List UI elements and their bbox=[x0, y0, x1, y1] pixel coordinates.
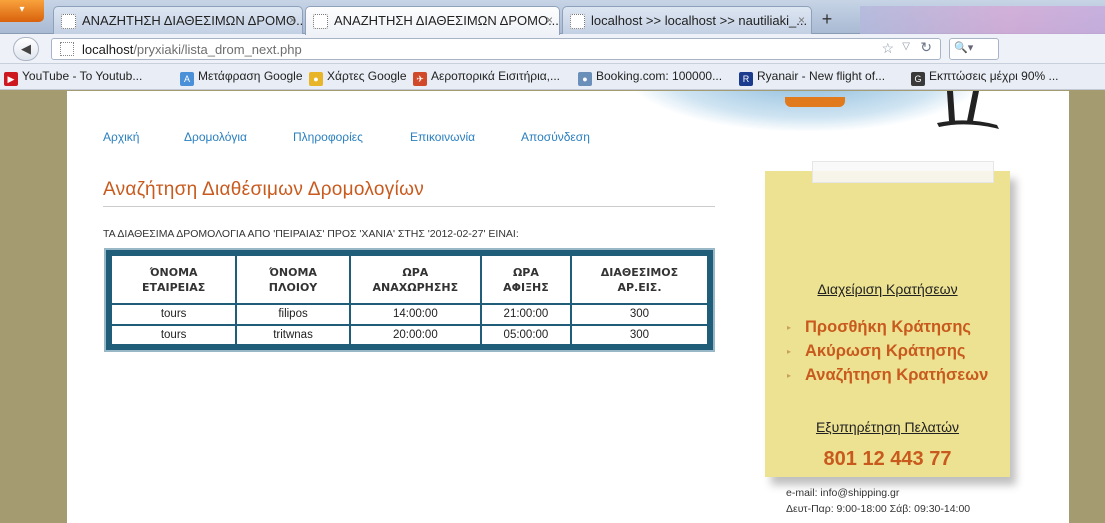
col-departure: ΩΡΑ ΑΝΑΧΩΡΗΣΗΣ bbox=[350, 256, 480, 304]
customer-service-heading: Εξυπηρέτηση Πελατών bbox=[815, 419, 960, 435]
cell-ship: filipos bbox=[237, 305, 349, 324]
nav-info[interactable]: Πληροφορίες bbox=[293, 130, 363, 144]
nav-home[interactable]: Αρχική bbox=[103, 130, 139, 144]
contact-email: e-mail: info@shipping.gr bbox=[786, 487, 900, 499]
col-company: ΌΝΟΜΑ ΕΤΑΙΡΕΙΑΣ bbox=[112, 256, 236, 304]
col-arrival: ΩΡΑ ΑΦΙΞΗΣ bbox=[481, 256, 570, 304]
bookmark-star-icon[interactable]: ☆ bbox=[881, 40, 894, 57]
bookmark-translate[interactable]: A Μετάφραση Google bbox=[180, 69, 303, 86]
search-box[interactable]: 🔍▾ bbox=[949, 38, 999, 60]
close-icon[interactable]: × bbox=[546, 13, 553, 27]
bookings-heading[interactable]: Διαχείριση Κρατήσεων bbox=[765, 281, 1010, 297]
bullet-icon: ▸ bbox=[787, 371, 792, 380]
phone-number: 801 12 443 77 bbox=[823, 448, 952, 470]
tape-decoration bbox=[812, 161, 994, 183]
search-engine-icon[interactable]: 🔍▾ bbox=[954, 42, 973, 54]
tab-title: ΑΝΑΖΗΤΗΣΗ ΔΙΑΘΕΣΙΜΩΝ ΔΡΟΜΟ... bbox=[82, 13, 303, 28]
tab-bar: ▾ ΑΝΑΖΗΤΗΣΗ ΔΙΑΘΕΣΙΜΩΝ ΔΡΟΜΟ... × ΑΝΑΖΗΤ… bbox=[0, 0, 1105, 35]
translate-icon: A bbox=[180, 72, 194, 86]
close-icon[interactable]: × bbox=[289, 13, 296, 27]
routes-table-frame: ΌΝΟΜΑ ΕΤΑΙΡΕΙΑΣ ΌΝΟΜΑ ΠΛΟΙΟΥ ΩΡΑ ΑΝΑΧΩΡΗΣΗΣ… bbox=[104, 248, 715, 352]
site-identity-icon[interactable] bbox=[60, 42, 74, 56]
url-bar[interactable]: localhost/pryxiaki/lista_drom_next.php ☆… bbox=[51, 38, 941, 60]
cell-company: tours bbox=[112, 325, 236, 344]
back-button[interactable]: ◀ bbox=[13, 37, 39, 61]
cell-seats: 300 bbox=[571, 325, 707, 344]
bookmark-airline[interactable]: ✈ Αεροπορικά Εισιτήρια,... bbox=[413, 69, 560, 86]
reload-icon[interactable]: ↻ bbox=[920, 39, 932, 56]
page-icon bbox=[313, 14, 328, 29]
col-ship: ΌΝΟΜΑ ΠΛΟΙΟΥ bbox=[237, 256, 349, 304]
table-row: tours filipos 14:00:00 21:00:00 300 bbox=[112, 305, 707, 324]
bookmark-booking[interactable]: ● Booking.com: 100000... bbox=[578, 69, 722, 86]
web-page: Αρχική Δρομολόγια Πληροφορίες Επικοινωνί… bbox=[67, 91, 1069, 523]
tab-3[interactable]: localhost >> localhost >> nautiliaki_...… bbox=[562, 6, 812, 34]
bullet-icon: ▸ bbox=[787, 347, 792, 356]
opening-hours: Δευτ-Παρ: 9:00-18:00 Σάβ: 09:30-14:00 bbox=[786, 503, 971, 515]
page-title: Αναζήτηση Διαθέσιμων Δρομολογίων bbox=[103, 179, 425, 200]
bullet-icon: ▸ bbox=[787, 323, 792, 332]
maps-icon: ● bbox=[309, 72, 323, 86]
airline-icon: ✈ bbox=[413, 72, 427, 86]
cell-departure: 20:00:00 bbox=[350, 325, 480, 344]
bookmark-label: Αεροπορικά Εισιτήρια,... bbox=[431, 69, 561, 83]
bookmark-youtube[interactable]: ▶ YouTube - To Youtub... bbox=[4, 69, 142, 86]
page-icon bbox=[570, 14, 585, 29]
new-tab-button[interactable]: + bbox=[815, 8, 839, 32]
col-seats: ΔΙΑΘΕΣΙΜΟΣ ΑΡ.ΕΙΣ. bbox=[571, 256, 707, 304]
table-row: tours tritwnas 20:00:00 05:00:00 300 bbox=[112, 325, 707, 344]
bookmark-label: Booking.com: 100000... bbox=[596, 69, 723, 83]
bookmark-label: Ryanair - New flight of... bbox=[757, 69, 886, 83]
nav-routes[interactable]: Δρομολόγια bbox=[184, 130, 247, 144]
cell-departure: 14:00:00 bbox=[350, 305, 480, 324]
bookmarks-toolbar: ▶ YouTube - To Youtub... A Μετάφραση Googl… bbox=[0, 64, 1105, 90]
youtube-icon: ▶ bbox=[4, 72, 18, 86]
title-divider bbox=[103, 206, 715, 207]
tab-title: localhost >> localhost >> nautiliaki_... bbox=[591, 13, 808, 28]
cell-arrival: 05:00:00 bbox=[481, 325, 570, 344]
back-arrow-icon: ◀ bbox=[21, 41, 31, 56]
close-icon[interactable]: × bbox=[798, 13, 805, 27]
booking-icon: ● bbox=[578, 72, 592, 86]
cell-seats: 300 bbox=[571, 305, 707, 324]
bookmark-ryanair[interactable]: R Ryanair - New flight of... bbox=[739, 69, 885, 86]
url-host: localhost bbox=[82, 42, 134, 57]
table-header-row: ΌΝΟΜΑ ΕΤΑΙΡΕΙΑΣ ΌΝΟΜΑ ΠΛΟΙΟΥ ΩΡΑ ΑΝΑΧΩΡΗΣΗΣ… bbox=[112, 256, 707, 304]
routes-table: ΌΝΟΜΑ ΕΤΑΙΡΕΙΑΣ ΌΝΟΜΑ ΠΛΟΙΟΥ ΩΡΑ ΑΝΑΧΩΡΗΣΗΣ… bbox=[110, 254, 709, 346]
bookmark-label: Μετάφραση Google bbox=[198, 69, 303, 83]
sidebar-note: Διαχείριση Κρατήσεων ▸ Προσθήκη Κράτησης… bbox=[765, 171, 1010, 515]
dropdown-arrow-icon[interactable]: ▽ bbox=[902, 41, 910, 52]
page-icon bbox=[61, 14, 76, 29]
tab-2[interactable]: ΑΝΑΖΗΤΗΣΗ ΔΙΑΘΕΣΙΜΩΝ ΔΡΟΜΟ... × bbox=[305, 6, 560, 35]
cell-company: tours bbox=[112, 305, 236, 324]
nav-contact[interactable]: Επικοινωνία bbox=[410, 130, 475, 144]
search-summary: ΤΑ ΔΙΑΘΕΣΙΜΑ ΔΡΟΜΟΛΟΓΙΑ ΑΠΟ 'ΠΕΙΡΑΙΑΣ' Π… bbox=[103, 228, 519, 240]
tab-title: ΑΝΑΖΗΤΗΣΗ ΔΙΑΘΕΣΙΜΩΝ ΔΡΟΜΟ... bbox=[334, 13, 559, 28]
theme-decoration bbox=[860, 6, 1105, 34]
cell-ship: tritwnas bbox=[237, 325, 349, 344]
bookmark-deals[interactable]: G Εκπτώσεις μέχρι 90% ... bbox=[911, 69, 1059, 86]
bookmark-maps[interactable]: ● Χάρτες Google bbox=[309, 69, 407, 86]
firefox-menu-button[interactable]: ▾ bbox=[0, 0, 44, 22]
nav-logout[interactable]: Αποσύνδεση bbox=[521, 130, 590, 144]
bookmark-label: Εκπτώσεις μέχρι 90% ... bbox=[929, 69, 1059, 83]
bookmark-label: Χάρτες Google bbox=[327, 69, 407, 83]
ryanair-icon: R bbox=[739, 72, 753, 86]
url-path: /pryxiaki/lista_drom_next.php bbox=[133, 42, 302, 57]
tree-illustration bbox=[937, 91, 999, 129]
bookmark-label: YouTube - To Youtub... bbox=[22, 69, 143, 83]
tab-1[interactable]: ΑΝΑΖΗΤΗΣΗ ΔΙΑΘΕΣΙΜΩΝ ΔΡΟΜΟ... × bbox=[53, 6, 303, 34]
cell-arrival: 21:00:00 bbox=[481, 305, 570, 324]
deals-icon: G bbox=[911, 72, 925, 86]
boat-illustration bbox=[785, 97, 845, 107]
navigation-toolbar: ◀ localhost/pryxiaki/lista_drom_next.php… bbox=[0, 34, 1105, 64]
